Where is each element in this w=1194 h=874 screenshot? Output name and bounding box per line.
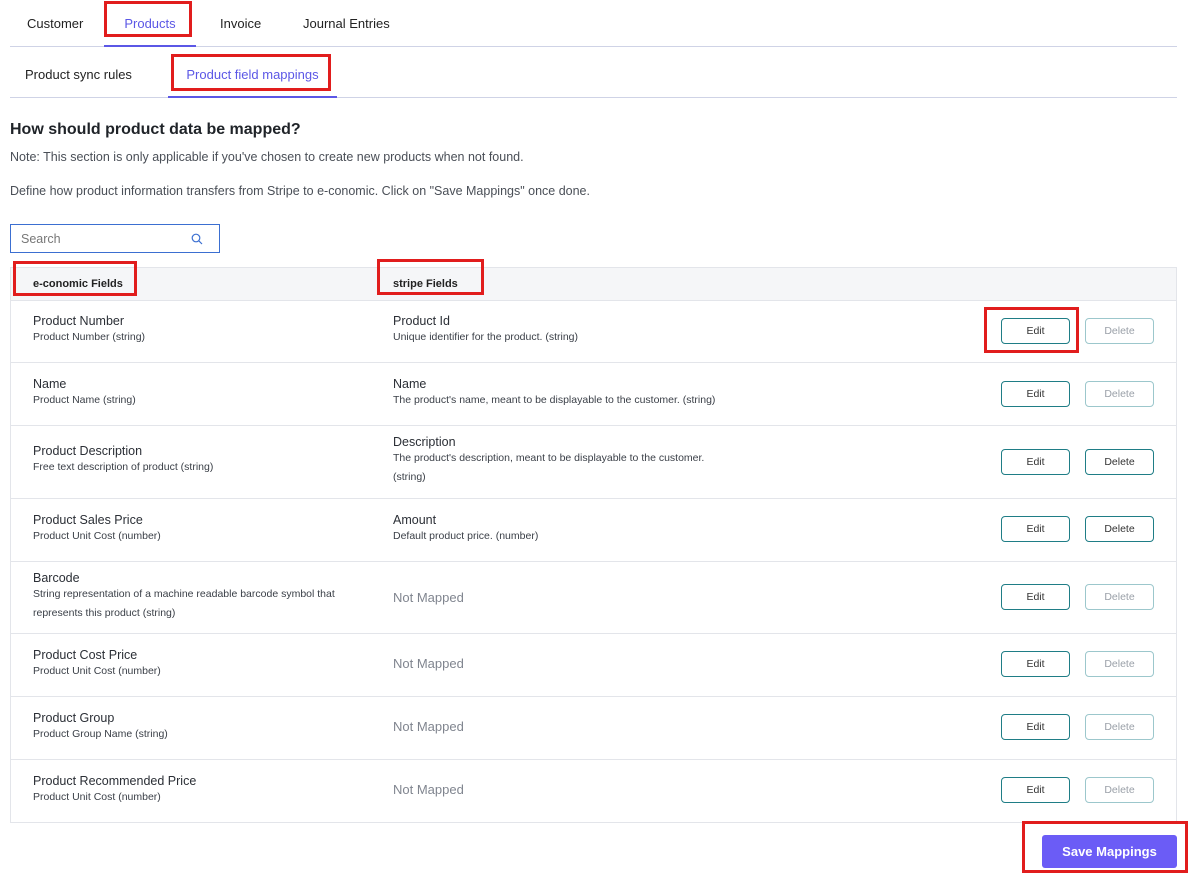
stripe-field-cell: Not Mapped xyxy=(393,719,733,734)
stripe-field-cell: Not Mapped xyxy=(393,656,733,671)
economic-field-desc: Product Name (string) xyxy=(33,394,136,406)
stripe-field-cell: Amount Default product price. (number) xyxy=(393,513,733,546)
delete-button[interactable]: Delete xyxy=(1085,381,1154,407)
tab-product-sync-rules[interactable]: Product sync rules xyxy=(25,47,132,98)
economic-field-cell: Product Cost Price Product Unit Cost (nu… xyxy=(33,648,373,681)
economic-field-cell: Product Group Product Group Name (string… xyxy=(33,711,373,744)
table-row: Product Number Product Number (string) P… xyxy=(11,301,1176,363)
stripe-field-name: Name xyxy=(393,377,427,391)
table-header: e-conomic Fields stripe Fields xyxy=(11,268,1176,301)
edit-button[interactable]: Edit xyxy=(1001,318,1070,344)
search-icon[interactable] xyxy=(191,233,203,245)
stripe-field-desc: The product's name, meant to be displaya… xyxy=(393,394,716,406)
economic-field-name: Product Number xyxy=(33,314,125,328)
stripe-field-desc: The product's description, meant to be d… xyxy=(393,452,705,483)
page-note: Note: This section is only applicable if… xyxy=(10,150,524,164)
economic-field-cell: Product Recommended Price Product Unit C… xyxy=(33,774,373,807)
tab-product-field-mappings[interactable]: Product field mappings xyxy=(168,47,337,98)
tab-products[interactable]: Products xyxy=(104,0,196,47)
economic-field-name: Product Cost Price xyxy=(33,648,138,662)
delete-button[interactable]: Delete xyxy=(1085,777,1154,803)
edit-button[interactable]: Edit xyxy=(1001,777,1070,803)
economic-field-desc: Product Unit Cost (number) xyxy=(33,665,161,677)
delete-button[interactable]: Delete xyxy=(1085,584,1154,610)
not-mapped-label: Not Mapped xyxy=(393,782,464,797)
table-row: Product Group Product Group Name (string… xyxy=(11,697,1176,760)
economic-field-cell: Product Sales Price Product Unit Cost (n… xyxy=(33,513,373,546)
delete-button[interactable]: Delete xyxy=(1085,318,1154,344)
mappings-table: e-conomic Fields stripe Fields Product N… xyxy=(10,267,1177,823)
stripe-field-cell: Product Id Unique identifier for the pro… xyxy=(393,314,733,347)
sub-tabs: Product sync rules Product field mapping… xyxy=(10,47,1177,98)
page-title: How should product data be mapped? xyxy=(10,121,301,138)
economic-field-desc: Product Group Name (string) xyxy=(33,728,168,740)
economic-field-name: Name xyxy=(33,377,67,391)
economic-field-desc: Product Number (string) xyxy=(33,331,146,343)
tab-journal-entries[interactable]: Journal Entries xyxy=(303,0,390,47)
edit-button[interactable]: Edit xyxy=(1001,381,1070,407)
delete-button[interactable]: Delete xyxy=(1085,449,1154,475)
economic-field-cell: Product Description Free text descriptio… xyxy=(33,444,373,477)
table-row: Name Product Name (string) Name The prod… xyxy=(11,363,1176,426)
economic-field-name: Product Sales Price xyxy=(33,513,143,527)
delete-button[interactable]: Delete xyxy=(1085,516,1154,542)
economic-field-cell: Name Product Name (string) xyxy=(33,377,373,410)
economic-field-name: Barcode xyxy=(33,571,80,585)
stripe-field-cell: Description The product's description, m… xyxy=(393,435,723,487)
edit-button[interactable]: Edit xyxy=(1001,516,1070,542)
tab-invoice[interactable]: Invoice xyxy=(220,0,261,47)
economic-field-desc: Product Unit Cost (number) xyxy=(33,791,161,803)
table-row: Product Description Free text descriptio… xyxy=(11,426,1176,499)
header-stripe-fields: stripe Fields xyxy=(393,278,458,290)
save-mappings-button[interactable]: Save Mappings xyxy=(1042,835,1177,868)
table-row: Product Sales Price Product Unit Cost (n… xyxy=(11,499,1176,562)
stripe-field-desc: Unique identifier for the product. (stri… xyxy=(393,331,579,343)
stripe-field-name: Amount xyxy=(393,513,437,527)
stripe-field-desc: Default product price. (number) xyxy=(393,530,539,542)
stripe-field-name: Product Id xyxy=(393,314,450,328)
edit-button[interactable]: Edit xyxy=(1001,714,1070,740)
table-row: Product Cost Price Product Unit Cost (nu… xyxy=(11,634,1176,697)
search-input[interactable] xyxy=(11,225,181,252)
search-box xyxy=(10,224,220,253)
tab-customer[interactable]: Customer xyxy=(27,0,83,47)
page-description: Define how product information transfers… xyxy=(10,184,590,198)
economic-field-name: Product Recommended Price xyxy=(33,774,197,788)
economic-field-name: Product Description xyxy=(33,444,143,458)
delete-button[interactable]: Delete xyxy=(1085,714,1154,740)
header-economic-fields: e-conomic Fields xyxy=(33,278,123,290)
stripe-field-cell: Not Mapped xyxy=(393,782,733,797)
economic-field-cell: Barcode String representation of a machi… xyxy=(33,571,353,623)
stripe-field-cell: Not Mapped xyxy=(393,590,733,605)
economic-field-name: Product Group xyxy=(33,711,115,725)
stripe-field-cell: Name The product's name, meant to be dis… xyxy=(393,377,733,410)
edit-button[interactable]: Edit xyxy=(1001,584,1070,610)
delete-button[interactable]: Delete xyxy=(1085,651,1154,677)
economic-field-desc: Product Unit Cost (number) xyxy=(33,530,161,542)
edit-button[interactable]: Edit xyxy=(1001,449,1070,475)
not-mapped-label: Not Mapped xyxy=(393,656,464,671)
economic-field-cell: Product Number Product Number (string) xyxy=(33,314,373,347)
not-mapped-label: Not Mapped xyxy=(393,590,464,605)
not-mapped-label: Not Mapped xyxy=(393,719,464,734)
stripe-field-name: Description xyxy=(393,435,456,449)
economic-field-desc: Free text description of product (string… xyxy=(33,461,214,473)
table-row: Barcode String representation of a machi… xyxy=(11,562,1176,634)
edit-button[interactable]: Edit xyxy=(1001,651,1070,677)
economic-field-desc: String representation of a machine reada… xyxy=(33,588,335,619)
table-row: Product Recommended Price Product Unit C… xyxy=(11,760,1176,823)
top-tabs: Customer Products Invoice Journal Entrie… xyxy=(10,0,1177,47)
